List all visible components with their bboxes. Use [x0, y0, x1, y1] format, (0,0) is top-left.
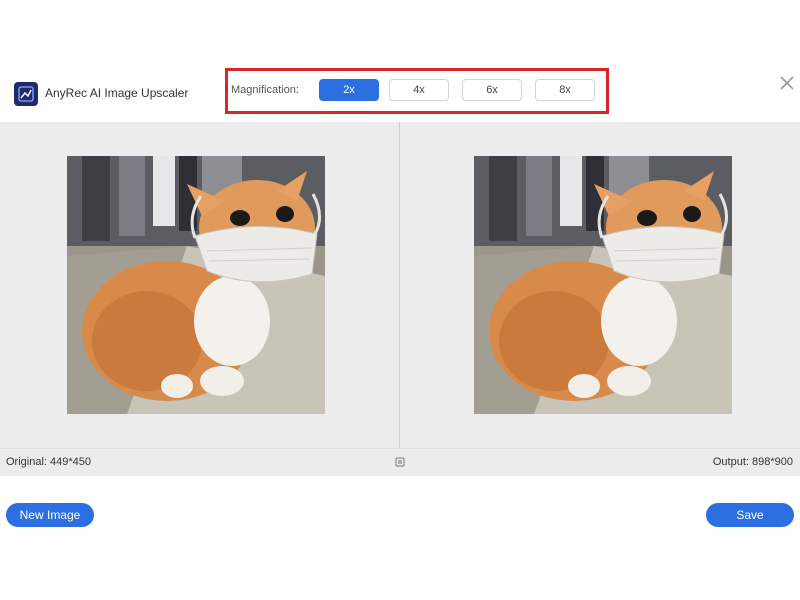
status-bar: Original: 449*450 Output: 898*900: [0, 448, 800, 476]
output-size-label: Output: 898*900: [712, 456, 793, 468]
app-title: AnyRec AI Image Upscaler: [45, 86, 189, 100]
magnification-2x-button[interactable]: 2x: [319, 79, 379, 101]
comparison-divider[interactable]: [399, 122, 400, 448]
save-button[interactable]: Save: [706, 503, 794, 527]
magnification-6x-button[interactable]: 6x: [462, 79, 522, 101]
magnification-4x-button[interactable]: 4x: [389, 79, 449, 101]
comparison-area: [0, 122, 800, 448]
upscaler-window: AnyRec AI Image Upscaler Magnification: …: [0, 62, 800, 540]
title-bar: AnyRec AI Image Upscaler Magnification: …: [0, 62, 800, 122]
compare-toggle-icon[interactable]: [395, 457, 405, 467]
magnification-8x-button[interactable]: 8x: [535, 79, 595, 101]
new-image-button[interactable]: New Image: [6, 503, 94, 527]
output-image: [474, 156, 732, 414]
close-icon[interactable]: [778, 74, 796, 92]
original-image: [67, 156, 325, 414]
magnification-label: Magnification:: [231, 84, 299, 96]
original-size-label: Original: 449*450: [6, 456, 92, 468]
app-logo-icon: [14, 82, 38, 106]
